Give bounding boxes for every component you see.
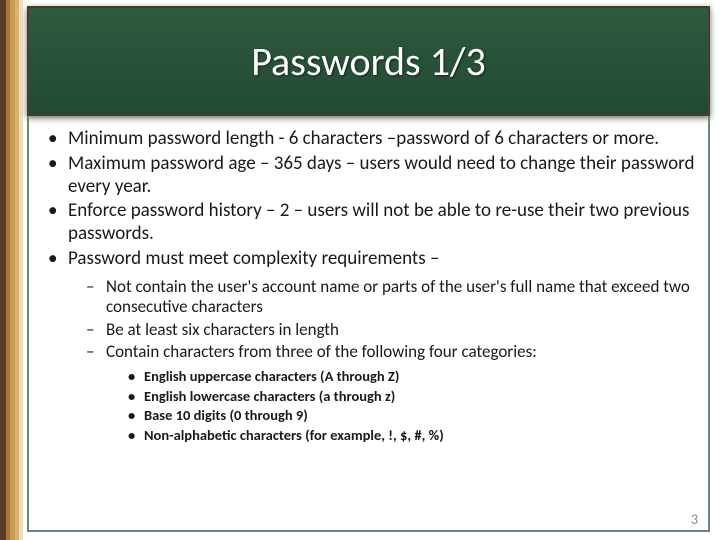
page-number: 3 — [691, 511, 698, 528]
list-item: Enforce password history – 2 – users wil… — [44, 200, 698, 246]
bullet-text: English lowercase characters (a through … — [144, 387, 395, 405]
bullet-text: Non-alphabetic characters (for example, … — [144, 426, 444, 444]
bullet-text: Maximum password age – 365 days – users … — [68, 152, 694, 198]
bullet-text: Contain characters from three of the fol… — [106, 341, 537, 362]
list-item: Non-alphabetic characters (for example, … — [126, 427, 698, 444]
slide-title: Passwords 1/3 — [251, 37, 485, 86]
list-item: English lowercase characters (a through … — [126, 388, 698, 405]
title-bar: Passwords 1/3 — [27, 6, 710, 116]
list-item: Contain characters from three of the fol… — [84, 342, 698, 444]
list-item: Maximum password age – 365 days – users … — [44, 153, 698, 199]
list-item: Not contain the user's account name or p… — [84, 277, 698, 318]
bullet-list-level1: Minimum password length - 6 characters –… — [44, 128, 698, 444]
list-item: Be at least six characters in length — [84, 320, 698, 340]
slide-content: Minimum password length - 6 characters –… — [44, 128, 698, 446]
side-stripe — [19, 0, 23, 540]
bullet-text: Be at least six characters in length — [106, 319, 339, 340]
list-item: Minimum password length - 6 characters –… — [44, 128, 698, 151]
bullet-text: English uppercase characters (A through … — [144, 367, 399, 385]
bullet-text: Password must meet complexity requiremen… — [68, 247, 439, 270]
bullet-text: Base 10 digits (0 through 9) — [144, 406, 308, 424]
list-item: Password must meet complexity requiremen… — [44, 248, 698, 444]
bullet-list-level2: Not contain the user's account name or p… — [84, 277, 698, 444]
bullet-text: Enforce password history – 2 – users wil… — [68, 199, 689, 245]
list-item: Base 10 digits (0 through 9) — [126, 407, 698, 424]
bullet-list-level3: English uppercase characters (A through … — [126, 368, 698, 444]
bullet-text: Minimum password length - 6 characters –… — [68, 127, 659, 150]
list-item: English uppercase characters (A through … — [126, 368, 698, 385]
bullet-text: Not contain the user's account name or p… — [106, 276, 690, 317]
